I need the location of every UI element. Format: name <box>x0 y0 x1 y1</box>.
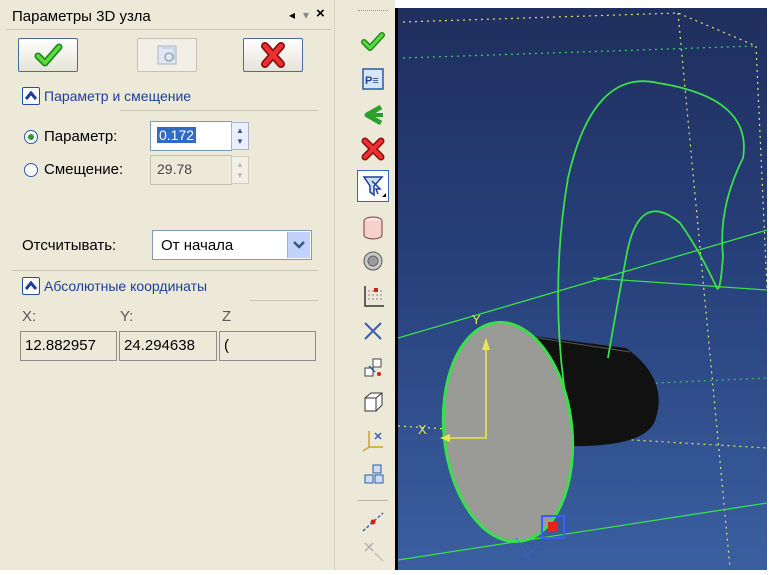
red-cross-icon <box>261 42 285 68</box>
intersect-x-icon[interactable] <box>357 315 389 347</box>
node-parameters-panel: Параметры 3D узла ◂ ▾ × Параметр и смеще… <box>0 0 334 570</box>
param-radio[interactable] <box>24 130 38 144</box>
cylinder-icon[interactable] <box>357 212 389 244</box>
toolbar-separator <box>358 500 388 501</box>
x-axis-label: X <box>418 422 427 437</box>
param-offset-section-header[interactable]: Параметр и смещение <box>22 87 192 106</box>
pin-icon[interactable]: ◂ <box>289 8 295 22</box>
properties-icon[interactable]: P≡ <box>357 63 389 95</box>
x-coordinate-field[interactable]: 12.882957 <box>20 331 117 361</box>
green-arrow-icon[interactable] <box>357 99 389 131</box>
section-divider <box>12 270 318 271</box>
construction-line <box>755 45 768 289</box>
3d-viewport[interactable]: Y X <box>395 8 768 570</box>
panel-title: Параметры 3D узла <box>12 8 151 25</box>
menu-dropdown-icon[interactable]: ▾ <box>303 8 309 22</box>
box-icon[interactable] <box>357 386 389 418</box>
z-label: Z <box>222 308 232 325</box>
svg-text:P≡: P≡ <box>365 75 379 87</box>
count-from-select[interactable]: От начала <box>152 230 312 260</box>
green-check-icon <box>34 43 63 67</box>
y-coordinate-field[interactable]: 24.294638 <box>119 331 217 361</box>
param-label: Параметр: <box>44 128 118 145</box>
preview-icon <box>157 45 177 65</box>
offset-spinner[interactable]: ▲ ▼ <box>231 156 249 184</box>
guide-line <box>397 502 768 561</box>
y-label: Y: <box>120 308 134 325</box>
lcs-icon[interactable] <box>357 423 389 455</box>
guide-line <box>592 277 768 291</box>
section-divider <box>120 110 318 111</box>
node-transform-icon[interactable] <box>357 352 389 384</box>
curve-point-icon[interactable] <box>357 505 389 537</box>
offset-label: Смещение: <box>44 161 124 178</box>
hidden-point-icon[interactable] <box>357 535 389 567</box>
param-input[interactable]: 0.172 <box>150 121 232 151</box>
offset-input[interactable]: 29.78 <box>150 155 232 185</box>
green-check-icon[interactable] <box>357 26 389 58</box>
vertical-toolbar: P≡ <box>350 0 395 570</box>
close-panel-button[interactable]: × <box>316 5 325 22</box>
node-link-icon[interactable] <box>357 458 389 490</box>
panel-titlebar: Параметры 3D узла ◂ ▾ × <box>6 5 331 30</box>
selected-node-point <box>548 522 558 532</box>
axes-grid-icon[interactable] <box>357 280 389 312</box>
cancel-button[interactable] <box>243 38 303 72</box>
select-filter-icon[interactable] <box>357 170 389 202</box>
guide-line <box>397 229 768 339</box>
x-label: X: <box>22 308 37 325</box>
y-axis-label: Y <box>472 312 481 327</box>
sphere-icon[interactable] <box>357 245 389 277</box>
ok-button[interactable] <box>18 38 78 72</box>
chevron-down-icon[interactable] <box>287 232 310 258</box>
coords-section-header[interactable]: Абсолютные координаты <box>22 277 208 296</box>
section-divider <box>250 300 318 301</box>
param-spinner[interactable]: ▲ ▼ <box>231 122 249 150</box>
red-cross-icon[interactable] <box>357 133 389 165</box>
toolbar-grip[interactable] <box>358 10 388 14</box>
z-coordinate-field[interactable]: ( <box>219 331 316 361</box>
offset-radio[interactable] <box>24 163 38 177</box>
count-from-value: От начала <box>161 237 234 254</box>
preview-button[interactable] <box>137 38 197 72</box>
param-offset-section-title: Параметр и смещение <box>44 88 192 104</box>
chevron-up-icon[interactable] <box>22 277 40 296</box>
construction-line <box>402 45 757 59</box>
chevron-up-icon[interactable] <box>22 87 40 106</box>
radio-selected-dot <box>28 134 34 140</box>
count-from-label: Отсчитывать: <box>22 237 117 254</box>
3d-scene: Y X <box>397 12 768 569</box>
panel-splitter[interactable] <box>334 0 351 570</box>
construction-line <box>402 12 757 47</box>
coords-section-title: Абсолютные координаты <box>44 278 208 294</box>
param-value: 0.172 <box>157 127 197 143</box>
